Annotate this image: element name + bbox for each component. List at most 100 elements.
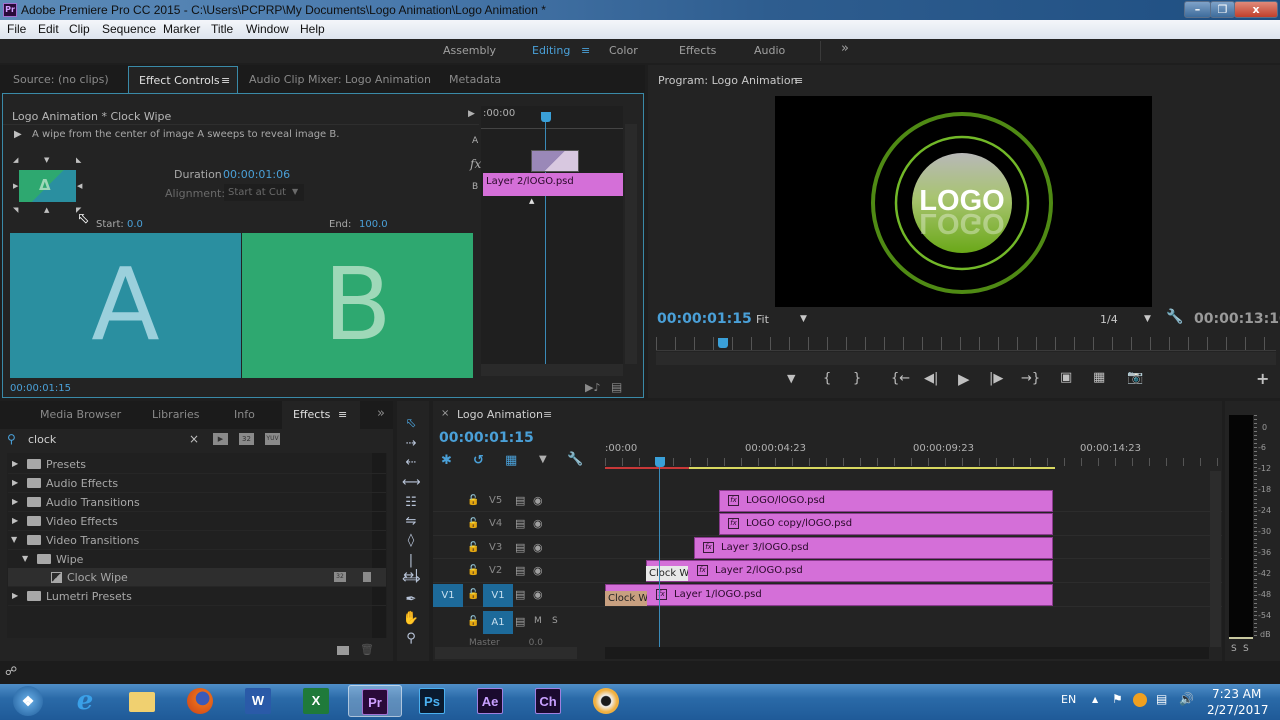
solo-audio-icon[interactable]: ▶♪ bbox=[585, 381, 600, 394]
eye-icon[interactable]: ◉ bbox=[533, 541, 543, 554]
taskbar-ie[interactable]: e bbox=[65, 685, 105, 717]
workspace-assembly[interactable]: Assembly bbox=[443, 44, 496, 57]
lock-icon[interactable]: 🔓 bbox=[467, 542, 479, 553]
menu-edit[interactable]: Edit bbox=[38, 22, 59, 36]
close-sequence-icon[interactable]: × bbox=[441, 408, 449, 419]
program-video-frame[interactable]: LOGO LOGO bbox=[775, 96, 1152, 307]
mini-clip[interactable]: Layer 2/lOGO.psd bbox=[483, 173, 623, 196]
program-timecode[interactable]: 00:00:01:15 bbox=[657, 311, 752, 327]
sequence-tab[interactable]: Logo Animation bbox=[457, 408, 543, 421]
tree-item-clock-wipe[interactable]: Clock Wipe 32 bbox=[8, 568, 386, 587]
yuv-filter-icon[interactable]: YUV bbox=[265, 433, 280, 445]
tray-app-icon[interactable] bbox=[1133, 693, 1147, 707]
effect-controls-timecode[interactable]: 00:00:01:15 bbox=[10, 383, 71, 394]
tree-item-video-effects[interactable]: ▶ Video Effects bbox=[8, 512, 386, 531]
tree-item-audio-effects[interactable]: ▶ Audio Effects bbox=[8, 474, 386, 493]
hand-tool-icon[interactable]: ✋ bbox=[402, 611, 420, 629]
accelerated-effects-filter-icon[interactable]: ▶ bbox=[213, 433, 228, 445]
mark-in-icon[interactable]: { bbox=[823, 371, 831, 386]
solo-button[interactable]: S bbox=[552, 616, 558, 626]
menu-clip[interactable]: Clip bbox=[69, 22, 90, 36]
tab-effects[interactable]: Effects ≡ bbox=[282, 401, 360, 429]
expand-arrow-icon[interactable]: ▶ bbox=[12, 497, 18, 506]
sync-lock-icon[interactable]: ▤ bbox=[515, 517, 525, 530]
workspace-color[interactable]: Color bbox=[609, 44, 638, 57]
timeline-clip[interactable]: fx LOGO/lOGO.psd bbox=[719, 490, 1053, 512]
direction-ne-icon[interactable]: ◣ bbox=[76, 156, 81, 164]
export-frame-camera-icon[interactable]: 📷 bbox=[1127, 370, 1143, 385]
lift-icon[interactable]: ▣ bbox=[1060, 370, 1072, 385]
add-marker-icon[interactable]: ▼ bbox=[787, 372, 795, 385]
timeline-ruler[interactable]: :00:00 00:00:04:23 00:00:09:23 00:00:14:… bbox=[605, 434, 1222, 472]
taskbar-premiere[interactable]: Pr bbox=[348, 685, 402, 717]
transition-clock-wipe-v2[interactable]: Clock W bbox=[646, 566, 688, 581]
taskbar-excel[interactable]: X bbox=[296, 685, 336, 717]
menu-marker[interactable]: Marker bbox=[163, 22, 200, 36]
linked-selection-icon[interactable]: ▦ bbox=[505, 453, 517, 468]
workspace-audio[interactable]: Audio bbox=[754, 44, 785, 57]
resolution-select[interactable]: 1/4 ▼ bbox=[1096, 311, 1158, 329]
transition-clock-wipe-v1[interactable]: Clock W bbox=[605, 591, 647, 606]
wrench-settings-icon[interactable]: 🔧 bbox=[1166, 309, 1183, 325]
nest-toggle-icon[interactable]: ✱ bbox=[441, 453, 452, 468]
expand-arrow-icon[interactable]: ▶ bbox=[12, 516, 18, 525]
duration-value[interactable]: 00:00:01:06 bbox=[223, 168, 290, 181]
export-icon[interactable]: ▤ bbox=[611, 380, 622, 394]
taskbar-firefox[interactable] bbox=[180, 685, 220, 717]
panel-overflow-icon[interactable]: » bbox=[377, 406, 385, 421]
mark-out-icon[interactable]: } bbox=[853, 371, 861, 386]
snap-icon[interactable]: ↺ bbox=[473, 453, 484, 468]
effects-menu-icon[interactable]: ≡ bbox=[338, 408, 347, 421]
eye-icon[interactable]: ◉ bbox=[533, 564, 543, 577]
taskbar-word[interactable]: W bbox=[238, 685, 278, 717]
direction-w-icon[interactable]: ▶ bbox=[13, 182, 18, 190]
32bit-filter-icon[interactable]: 32 bbox=[239, 433, 254, 445]
show-hidden-icons-icon[interactable]: ▲ bbox=[1092, 695, 1098, 704]
clock-time[interactable]: 7:23 AM bbox=[1212, 687, 1261, 701]
lock-icon[interactable]: 🔓 bbox=[467, 518, 479, 529]
workspace-overflow-icon[interactable]: » bbox=[841, 41, 849, 56]
mini-timeline-hscroll[interactable] bbox=[481, 364, 623, 376]
add-button-icon[interactable]: + bbox=[1256, 369, 1269, 388]
pen-tool-icon[interactable]: ✒ bbox=[402, 592, 420, 610]
track-target-v1[interactable]: V1 bbox=[483, 584, 513, 607]
sequence-menu-icon[interactable]: ≡ bbox=[543, 408, 552, 421]
workspace-editing[interactable]: Editing bbox=[532, 44, 570, 57]
slide-tool-icon[interactable]: ⟺ bbox=[402, 572, 421, 590]
tree-item-lumetri-presets[interactable]: ▶ Lumetri Presets bbox=[8, 587, 386, 606]
start-button[interactable]: ❖ bbox=[8, 685, 48, 717]
menu-help[interactable]: Help bbox=[300, 22, 325, 36]
taskbar-explorer[interactable] bbox=[122, 685, 162, 717]
timeline-vscroll[interactable] bbox=[1210, 471, 1221, 647]
timeline-clip[interactable]: fx Layer 1/lOGO.psd bbox=[605, 584, 1053, 606]
restore-button[interactable]: ❐ bbox=[1210, 1, 1235, 18]
timeline-clip[interactable]: fx LOGO copy/lOGO.psd bbox=[719, 513, 1053, 535]
slip-tool-icon[interactable]: |↔| bbox=[402, 553, 420, 583]
direction-sw-icon[interactable]: ◥ bbox=[13, 206, 18, 214]
master-value[interactable]: 0.0 bbox=[529, 638, 543, 646]
sync-lock-icon[interactable]: ▤ bbox=[515, 588, 525, 601]
source-patch-v1[interactable]: V1 bbox=[433, 584, 463, 607]
rate-stretch-tool-icon[interactable]: ⇋ bbox=[402, 514, 420, 532]
timeline-timecode[interactable]: 00:00:01:15 bbox=[439, 430, 534, 446]
taskbar-after-effects[interactable]: Ae bbox=[470, 685, 510, 717]
network-icon[interactable]: ▤ bbox=[1156, 692, 1167, 706]
collapse-arrow-icon[interactable]: ▼ bbox=[22, 554, 28, 563]
step-back-icon[interactable]: ◀| bbox=[924, 371, 938, 386]
sync-lock-icon[interactable]: ▤ bbox=[515, 615, 525, 628]
sync-lock-icon[interactable]: ▤ bbox=[515, 541, 525, 554]
zoom-select[interactable]: Fit ▼ bbox=[752, 311, 814, 329]
tree-item-audio-transitions[interactable]: ▶ Audio Transitions bbox=[8, 493, 386, 512]
search-input[interactable]: clock bbox=[28, 433, 56, 446]
tab-media-browser[interactable]: Media Browser bbox=[40, 408, 121, 421]
zoom-tool-icon[interactable]: ⚲ bbox=[402, 631, 420, 649]
clear-search-icon[interactable]: × bbox=[189, 432, 199, 446]
close-button[interactable]: x bbox=[1234, 1, 1278, 18]
direction-nw-icon[interactable]: ◢ bbox=[13, 156, 18, 164]
alignment-select[interactable]: Start at Cut ▼ bbox=[224, 184, 304, 201]
expand-arrow-icon[interactable]: ▶ bbox=[12, 478, 18, 487]
language-indicator[interactable]: EN bbox=[1061, 693, 1076, 706]
direction-n-icon[interactable]: ▼ bbox=[44, 156, 49, 164]
workspace-effects[interactable]: Effects bbox=[679, 44, 716, 57]
mute-button[interactable]: M bbox=[534, 616, 542, 626]
